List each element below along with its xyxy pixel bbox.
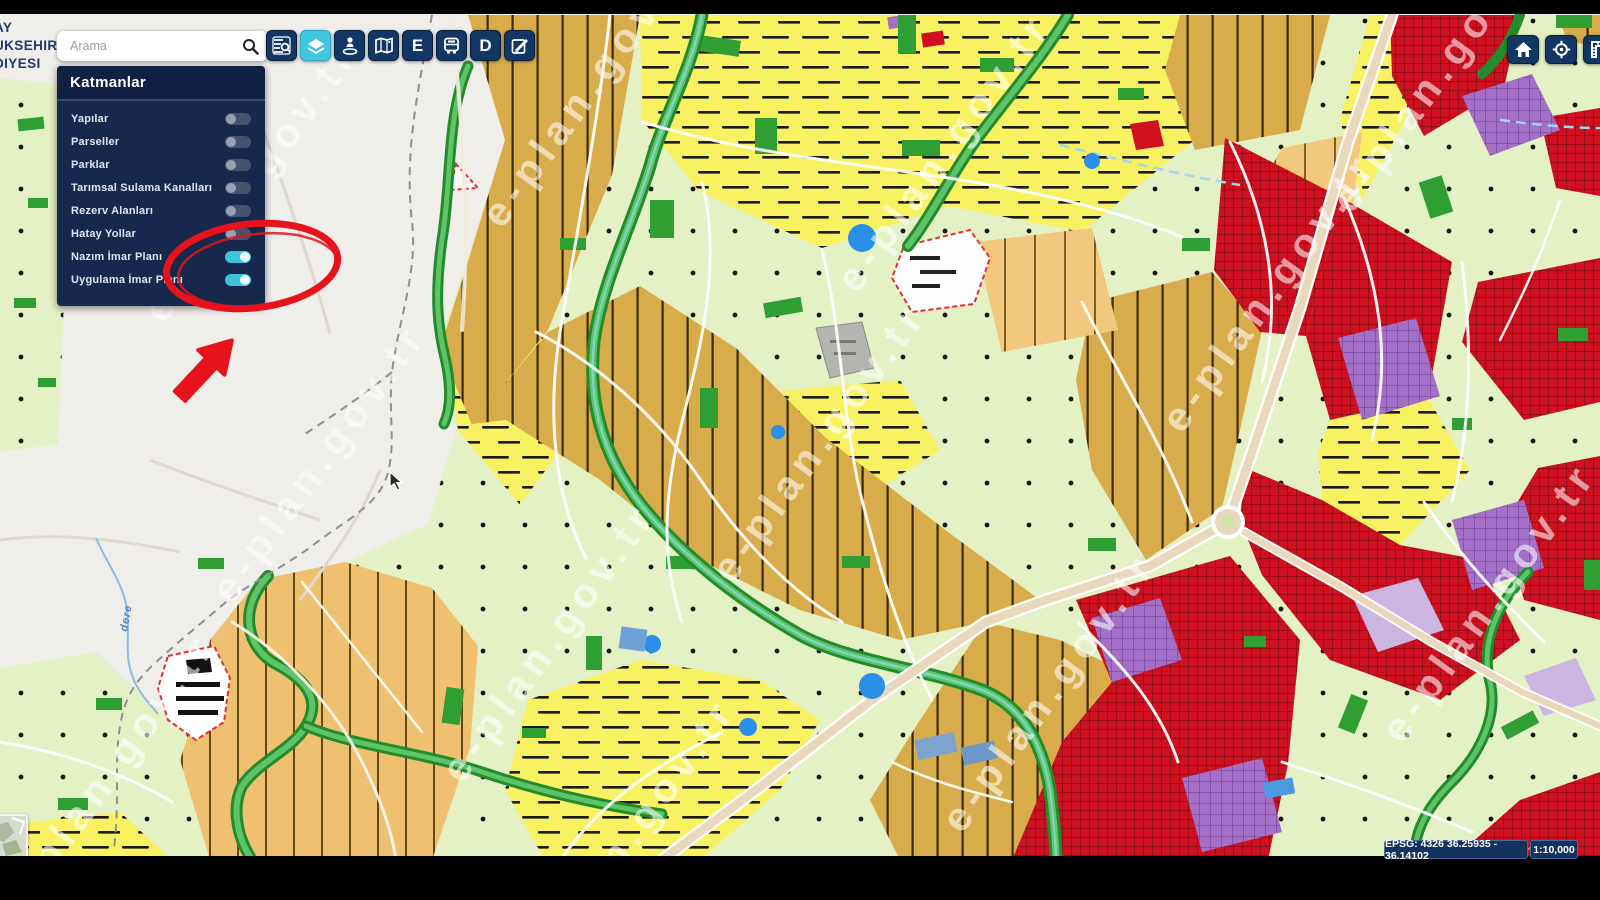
legend-search-button[interactable] xyxy=(266,30,297,61)
street-view-button[interactable] xyxy=(334,30,365,61)
layers-panel-title: Katmanlar xyxy=(57,66,265,101)
epsg-coordinates-chip: EPSG: 4326 36.25935 - 36.14102 xyxy=(1384,840,1528,859)
scale-chip[interactable]: 1:10,000 xyxy=(1530,840,1578,859)
layer-row-nazim-imar[interactable]: Nazım İmar Planı xyxy=(57,245,265,268)
bus-button[interactable] xyxy=(436,30,467,61)
search-input[interactable] xyxy=(57,39,242,53)
layer-row-rezerv[interactable]: Rezerv Alanları xyxy=(57,199,265,222)
layer-toggle[interactable] xyxy=(225,182,251,194)
layer-row-parklar[interactable]: Parklar xyxy=(57,153,265,176)
layer-label: Tarımsal Sulama Kanalları xyxy=(71,182,212,194)
printed-map-button[interactable] xyxy=(368,30,399,61)
layers-panel: Katmanlar Yapılar Parseller Parklar Tarı… xyxy=(57,66,265,306)
layer-row-hatay-yollar[interactable]: Hatay Yollar xyxy=(57,222,265,245)
map-view-controls xyxy=(1507,35,1600,64)
d-button[interactable]: D xyxy=(470,30,501,61)
layer-label: Uygulama İmar Planı xyxy=(71,274,183,286)
bottom-letterbox-bar xyxy=(0,856,1600,900)
top-letterbox-bar xyxy=(0,0,1600,14)
d-label: D xyxy=(479,36,491,56)
layer-toggle[interactable] xyxy=(225,251,251,263)
layer-toggle[interactable] xyxy=(225,228,251,240)
layer-toggle[interactable] xyxy=(225,159,251,171)
e-plan-label: E xyxy=(412,36,423,56)
overview-map-widget[interactable] xyxy=(0,814,28,860)
logo-line: DIYESI xyxy=(0,55,58,73)
layer-toggle[interactable] xyxy=(225,113,251,125)
layer-label: Rezerv Alanları xyxy=(71,205,153,217)
layer-toggle[interactable] xyxy=(225,136,251,148)
search-icon[interactable] xyxy=(242,38,268,55)
layer-row-yapilar[interactable]: Yapılar xyxy=(57,107,265,130)
home-button[interactable] xyxy=(1507,35,1539,64)
logo-line: AY xyxy=(0,19,58,37)
layer-row-uygulama-imar[interactable]: Uygulama İmar Planı xyxy=(57,268,265,291)
sketch-map-button[interactable] xyxy=(504,30,535,61)
logo-line: UKSEHIR xyxy=(0,37,58,55)
layer-label: Yapılar xyxy=(71,113,108,125)
layers-button[interactable] xyxy=(300,30,331,61)
search-box[interactable] xyxy=(57,31,268,61)
measure-button[interactable] xyxy=(1583,35,1600,64)
layer-label: Hatay Yollar xyxy=(71,228,136,240)
layer-label: Nazım İmar Planı xyxy=(71,251,162,263)
layer-toggle[interactable] xyxy=(225,274,251,286)
layer-row-tarimsal-sulama[interactable]: Tarımsal Sulama Kanalları xyxy=(57,176,265,199)
e-plan-button[interactable]: E xyxy=(402,30,433,61)
municipality-logo: AY UKSEHIR DIYESI xyxy=(0,19,58,74)
layer-row-parseller[interactable]: Parseller xyxy=(57,130,265,153)
locate-button[interactable] xyxy=(1545,35,1577,64)
map-toolbar: E D xyxy=(266,30,535,61)
layer-toggle[interactable] xyxy=(225,205,251,217)
app-window: dere e-plan.gov.tr e-plan.gov.tr e-plan.… xyxy=(0,0,1600,900)
layer-label: Parseller xyxy=(71,136,119,148)
layer-label: Parklar xyxy=(71,159,110,171)
